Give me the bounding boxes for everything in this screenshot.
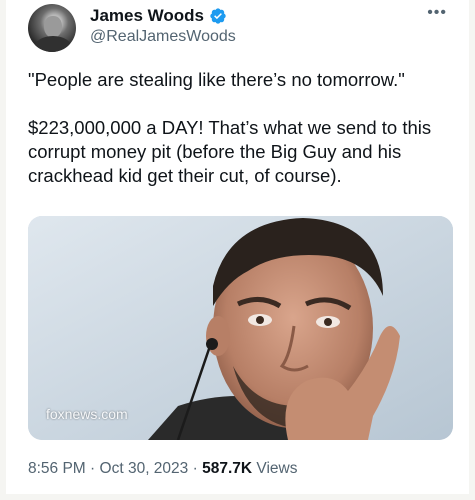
author-avatar[interactable] [28,4,76,52]
author-display-name[interactable]: James Woods [90,6,204,26]
more-options-icon[interactable]: ••• [427,4,447,22]
avatar-body [34,36,72,52]
tweet-media-image[interactable]: foxnews.com [28,216,453,440]
tweet-meta: 8:56 PM · Oct 30, 2023 · 587.7K Views [28,460,297,478]
tweet-quote: "People are stealing like there’s no tom… [28,69,405,90]
author-handle[interactable]: @RealJamesWoods [90,28,236,46]
avatar-face [44,16,62,38]
views-label: Views [256,460,298,477]
tweet-card: James Woods @RealJamesWoods ••• "People … [6,0,469,494]
verified-badge-icon [210,8,226,24]
tweet-time[interactable]: 8:56 PM [28,460,86,477]
tweet-date[interactable]: Oct 30, 2023 [100,460,189,477]
tweet-body: $223,000,000 a DAY! That’s what we send … [28,117,432,186]
media-watermark: foxnews.com [46,406,128,422]
tweet-text: "People are stealing like there’s no tom… [28,68,453,212]
views-count[interactable]: 587.7K [202,460,252,477]
author-name-row: James Woods [90,6,227,26]
meta-separator-2: · [192,460,198,477]
meta-separator: · [90,460,96,477]
